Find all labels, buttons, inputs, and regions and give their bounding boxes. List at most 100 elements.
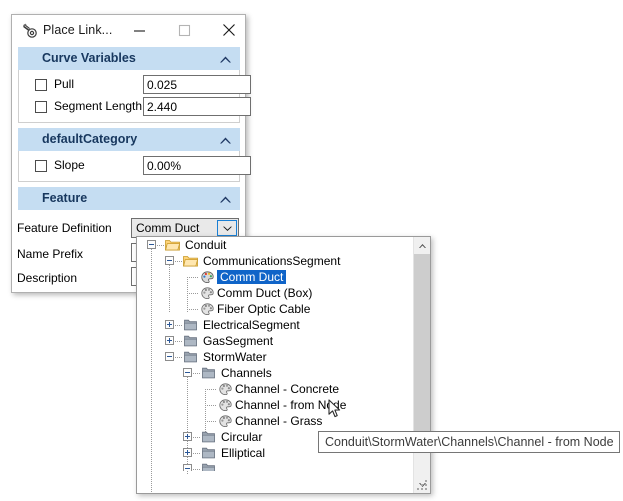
tree-item-label: StormWater <box>203 350 267 364</box>
dialog-title: Place Link... <box>43 23 113 37</box>
folder-closed-icon <box>183 351 198 363</box>
tree-list[interactable]: Conduit CommunicationsSegment Comm Duct … <box>137 237 414 493</box>
tree-expander-plus[interactable] <box>183 448 192 457</box>
tree-item-label: Circular <box>221 430 263 444</box>
group-header-default-category[interactable]: defaultCategory <box>18 128 240 151</box>
tree-item[interactable]: Channel - Grass <box>137 413 414 429</box>
scrollbar-thumb[interactable] <box>414 254 430 432</box>
place-link-tool-icon <box>21 22 38 39</box>
tree-item[interactable]: StormWater <box>137 349 414 365</box>
tree-item-label: Comm Duct <box>217 270 287 284</box>
folder-closed-icon <box>183 335 198 347</box>
tree-expander-minus[interactable] <box>165 256 174 265</box>
input-pull[interactable]: 0.025 <box>143 75 251 94</box>
folder-closed-icon <box>201 463 216 471</box>
tree-connector <box>205 389 217 390</box>
group-body-curve-variables: Pull 0.025 Segment Length 2.440 <box>18 70 251 123</box>
tree-item[interactable]: Channels <box>137 365 414 381</box>
resize-grip-icon[interactable] <box>417 480 428 491</box>
group-title: Feature <box>42 191 88 205</box>
feature-definition-combobox[interactable]: Comm Duct <box>131 218 239 238</box>
tree-connector <box>157 245 165 246</box>
tree-item[interactable]: Comm Duct (Box) <box>137 285 414 301</box>
tree-item-label: Channel - Concrete <box>235 382 340 396</box>
mouse-pointer-icon <box>328 399 342 419</box>
checkbox-segment-length[interactable] <box>35 101 47 113</box>
feature-definition-icon <box>219 415 232 428</box>
tree-expander-plus[interactable] <box>165 320 174 329</box>
tree-expander-plus[interactable] <box>183 432 192 441</box>
tree-vertical-scrollbar[interactable] <box>413 237 430 493</box>
scroll-up-icon[interactable] <box>414 237 430 254</box>
group-title: Curve Variables <box>42 51 136 65</box>
tree-expander-minus[interactable] <box>183 368 192 377</box>
feature-definition-tree-popup: Conduit CommunicationsSegment Comm Duct … <box>136 236 431 494</box>
tree-item-label: CommunicationsSegment <box>203 254 341 268</box>
tree-item[interactable] <box>137 461 414 471</box>
tree-item[interactable]: Channel - Concrete <box>137 381 414 397</box>
tree-item-selected[interactable]: Comm Duct <box>137 269 414 285</box>
tree-item[interactable]: ElectricalSegment <box>137 317 414 333</box>
label-description: Description <box>17 271 78 285</box>
tree-connector <box>187 293 199 294</box>
tree-item-label: ElectricalSegment <box>203 318 300 332</box>
group-title: defaultCategory <box>42 132 138 146</box>
tree-connector <box>205 421 217 422</box>
feature-definition-icon <box>219 399 232 412</box>
chevron-down-icon[interactable] <box>217 220 237 236</box>
tree-connector <box>187 309 199 310</box>
tree-connector <box>193 373 201 374</box>
tree-item-label: Channels <box>221 366 272 380</box>
tree-expander-minus[interactable] <box>165 352 174 361</box>
folder-closed-icon <box>183 319 198 331</box>
chevron-up-icon[interactable] <box>219 53 232 67</box>
tree-expander-plus[interactable] <box>165 336 174 345</box>
tree-connector <box>193 437 201 438</box>
folder-closed-icon <box>201 447 216 459</box>
feature-definition-icon <box>201 303 214 316</box>
tree-item[interactable]: Fiber Optic Cable <box>137 301 414 317</box>
tree-item-label: Comm Duct (Box) <box>217 286 313 300</box>
tree-item[interactable]: GasSegment <box>137 333 414 349</box>
tree-connector <box>205 405 217 406</box>
tree-item-label: Conduit <box>185 238 227 252</box>
group-body-default-category: Slope 0.00% <box>18 151 251 182</box>
tree-item[interactable]: Channel - from Node <box>137 397 414 413</box>
folder-open-icon <box>165 239 181 251</box>
tree-item-label: Elliptical <box>221 446 266 460</box>
close-button[interactable] <box>212 15 246 45</box>
dialog-title-bar[interactable]: Place Link... <box>12 15 245 47</box>
feature-definition-icon <box>219 383 232 396</box>
tree-connector <box>193 453 201 454</box>
chevron-up-icon[interactable] <box>219 134 232 148</box>
tree-item-label: GasSegment <box>203 334 274 348</box>
folder-open-icon <box>183 255 199 267</box>
label-pull: Pull <box>54 77 75 91</box>
tree-expander-minus[interactable] <box>147 240 156 249</box>
label-name-prefix: Name Prefix <box>17 247 84 261</box>
feature-definition-icon <box>201 271 214 284</box>
tree-connector <box>175 261 183 262</box>
label-segment-length: Segment Length <box>54 99 143 113</box>
tree-connector <box>193 469 201 470</box>
input-slope[interactable]: 0.00% <box>143 156 251 175</box>
minimize-button[interactable] <box>122 15 156 45</box>
input-segment-length[interactable]: 2.440 <box>143 97 251 116</box>
chevron-up-icon[interactable] <box>219 193 232 207</box>
checkbox-slope[interactable] <box>35 160 47 172</box>
group-header-feature[interactable]: Feature <box>18 187 240 210</box>
tree-item-tooltip: Conduit\StormWater\Channels\Channel - fr… <box>318 431 620 453</box>
maximize-button[interactable] <box>167 15 201 45</box>
tree-expander-minus[interactable] <box>183 464 192 471</box>
feature-definition-icon <box>201 287 214 300</box>
tree-item[interactable]: CommunicationsSegment <box>137 253 414 269</box>
label-feature-definition: Feature Definition <box>17 221 112 235</box>
checkbox-pull[interactable] <box>35 79 47 91</box>
tree-item-label: Fiber Optic Cable <box>217 302 311 316</box>
group-header-curve-variables[interactable]: Curve Variables <box>18 47 240 70</box>
tree-item-label: Channel - Grass <box>235 414 323 428</box>
tree-item[interactable]: Conduit <box>137 237 414 253</box>
tree-connector <box>175 341 183 342</box>
folder-closed-icon <box>201 431 216 443</box>
tree-connector <box>175 357 183 358</box>
